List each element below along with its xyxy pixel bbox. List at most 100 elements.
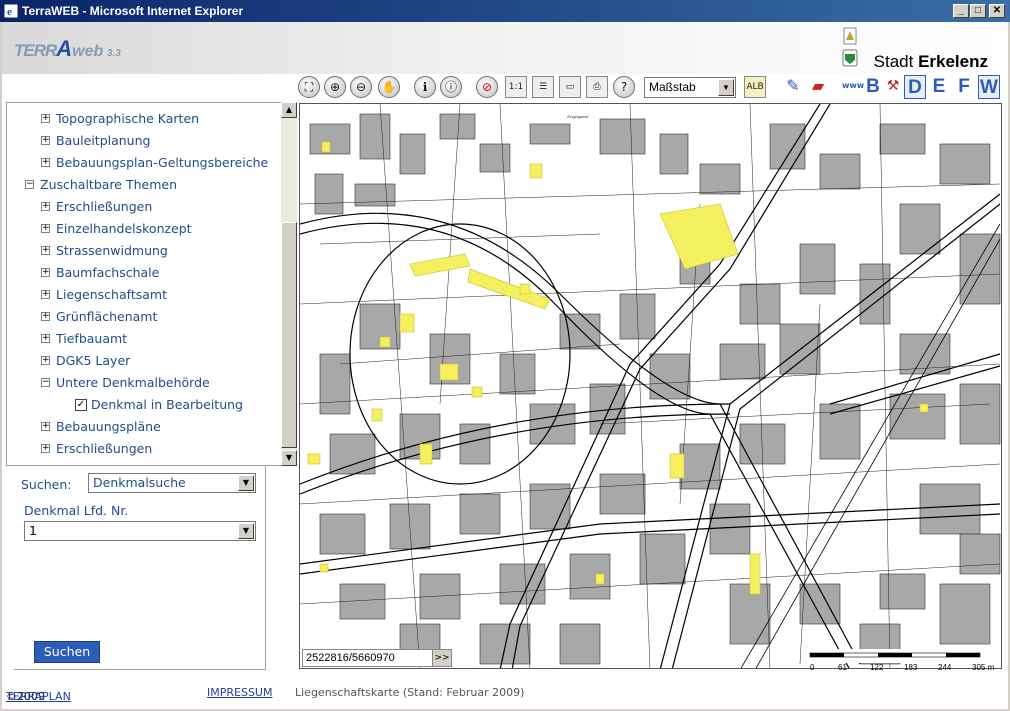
- list-view-icon[interactable]: ☰: [532, 76, 554, 98]
- logo-a-text: A: [56, 36, 73, 61]
- tree-item[interactable]: + Grünflächenamt: [41, 309, 157, 327]
- search-button[interactable]: Suchen: [34, 641, 100, 663]
- expand-icon[interactable]: +: [41, 290, 50, 299]
- scale-bar: 0 61 122 183 244 305 m: [808, 649, 1000, 672]
- w-button[interactable]: W: [978, 75, 1000, 99]
- expand-icon[interactable]: +: [41, 136, 50, 145]
- close-button[interactable]: ✕: [989, 4, 1005, 18]
- tree-item[interactable]: − Untere Denkmalbehörde: [41, 375, 210, 393]
- tree-item[interactable]: + Baumfachschale: [41, 265, 159, 283]
- expand-icon[interactable]: +: [41, 444, 50, 453]
- tree-item[interactable]: + Erschließungen: [41, 441, 152, 459]
- d-button[interactable]: D: [904, 75, 926, 99]
- tree-item[interactable]: + Tiefbauamt: [41, 331, 127, 349]
- e-button[interactable]: E: [928, 75, 950, 99]
- expand-icon[interactable]: +: [41, 334, 50, 343]
- chevron-down-icon[interactable]: ▼: [238, 523, 254, 539]
- internet-explorer-icon: e: [3, 3, 19, 19]
- tree-item[interactable]: + Einzelhandelskonzept: [41, 221, 192, 239]
- clear-selection-icon[interactable]: ⊘: [476, 76, 498, 98]
- chevron-down-icon[interactable]: ▼: [718, 79, 734, 96]
- tree-item[interactable]: − Zuschaltbare Themen: [25, 177, 177, 195]
- zoom-in-icon[interactable]: ⊕: [324, 76, 346, 98]
- tree-item[interactable]: + Strassenwidmung: [41, 243, 168, 261]
- window-icon[interactable]: ▭: [559, 76, 581, 98]
- f-button[interactable]: F: [953, 75, 975, 99]
- terraweb-logo[interactable]: TERRAweb 3.3: [14, 36, 121, 62]
- denkmal-number-value: 1: [29, 523, 37, 538]
- scale-view-icon[interactable]: 1:1: [505, 76, 527, 98]
- tree-item-checkbox[interactable]: ✓ Denkmal in Bearbeitung: [61, 397, 243, 415]
- svg-text:e: e: [7, 6, 12, 18]
- expand-icon[interactable]: +: [41, 202, 50, 211]
- tree-item[interactable]: + Topographische Karten: [41, 111, 199, 129]
- expand-icon[interactable]: +: [41, 114, 50, 123]
- scale-tick: 122: [870, 663, 884, 672]
- collapse-icon[interactable]: −: [25, 180, 34, 189]
- tree-item-label: Liegenschaftsamt: [56, 287, 167, 302]
- tool-icon[interactable]: ⚒: [882, 76, 904, 98]
- maximize-button[interactable]: □: [970, 4, 986, 18]
- tree-item[interactable]: + Bebauungsplan-Geltungsbereiche: [41, 155, 268, 173]
- layer-tree: + Topographische Karten + Bauleitplanung +…: [6, 102, 282, 466]
- tree-item[interactable]: + Erschließungen: [41, 199, 152, 217]
- tree-scrollbar[interactable]: ▲ ▼: [281, 102, 297, 466]
- tree-item-label: Erschließungen: [56, 199, 153, 214]
- scroll-up-icon[interactable]: ▲: [281, 102, 297, 118]
- www-icon[interactable]: www: [842, 76, 864, 98]
- scroll-down-icon[interactable]: ▼: [281, 450, 297, 466]
- expand-icon[interactable]: +: [41, 268, 50, 277]
- scale-tick: 0: [810, 663, 815, 672]
- scrollbar-thumb[interactable]: [281, 222, 297, 448]
- tree-item[interactable]: + DGK5 Layer: [41, 353, 130, 371]
- coordinate-button[interactable]: >>: [432, 649, 452, 667]
- b-button[interactable]: B: [862, 75, 884, 99]
- scale-select-value: Maßstab: [649, 80, 696, 94]
- map-street-label: Zingelgasse: [567, 114, 589, 119]
- app-header: TERRAweb 3.3 Stadt Erkelenz: [2, 22, 1008, 74]
- tree-item-label: Topographische Karten: [56, 111, 200, 126]
- expand-icon[interactable]: +: [41, 246, 50, 255]
- terraplan-link[interactable]: TERRAPLAN: [6, 690, 71, 703]
- scale-tick: 183: [904, 663, 918, 672]
- alb-button[interactable]: ALB: [744, 76, 766, 98]
- tree-item-label: Tiefbauamt: [56, 331, 128, 346]
- checkbox[interactable]: ✓: [75, 399, 87, 411]
- map-view[interactable]: Zingelgasse: [299, 103, 1002, 669]
- chevron-down-icon[interactable]: ▼: [238, 475, 254, 491]
- collapse-icon[interactable]: −: [41, 378, 50, 387]
- tree-item[interactable]: + Liegenschaftsamt: [41, 287, 167, 305]
- expand-icon[interactable]: +: [41, 312, 50, 321]
- help-icon[interactable]: ?: [613, 76, 635, 98]
- impressum-link[interactable]: IMPRESSUM: [207, 686, 272, 699]
- pencil-icon[interactable]: ✎: [782, 76, 804, 98]
- eraser-icon[interactable]: ▰: [807, 76, 829, 98]
- scale-select[interactable]: Maßstab ▼: [644, 77, 736, 98]
- tree-item-label: Strassenwidmung: [56, 243, 168, 258]
- expand-icon[interactable]: +: [41, 224, 50, 233]
- tree-item-label: Erschließungen: [56, 441, 153, 456]
- multi-info-icon[interactable]: ⓘ: [440, 76, 462, 98]
- expand-icon[interactable]: +: [41, 158, 50, 167]
- tree-item[interactable]: + Bauleitplanung: [41, 133, 150, 151]
- city-crest-icon: [842, 27, 858, 67]
- zoom-out-icon[interactable]: ⊖: [350, 76, 372, 98]
- minimize-button[interactable]: _: [953, 4, 969, 18]
- expand-icon[interactable]: +: [41, 356, 50, 365]
- print-icon[interactable]: ⎙: [586, 76, 608, 98]
- cadastral-map[interactable]: Zingelgasse: [300, 104, 1002, 669]
- search-type-select[interactable]: Denkmalsuche ▼: [88, 473, 256, 493]
- info-icon[interactable]: ℹ: [414, 76, 436, 98]
- search-panel: Suchen: Denkmalsuche ▼ Denkmal Lfd. Nr. …: [14, 466, 266, 670]
- denkmal-number-select[interactable]: 1 ▼: [24, 521, 256, 541]
- logo-version: 3.3: [106, 48, 121, 59]
- search-type-value: Denkmalsuche: [93, 475, 186, 490]
- tree-item-label: Bauleitplanung: [56, 133, 151, 148]
- tree-item[interactable]: + Bebauungspläne: [41, 419, 161, 437]
- denkmal-number-label: Denkmal Lfd. Nr.: [24, 503, 129, 518]
- city-name-bold: Erkelenz: [918, 52, 988, 71]
- pan-hand-icon[interactable]: ✋: [378, 76, 400, 98]
- window-title: TerraWEB - Microsoft Internet Explorer: [22, 4, 244, 18]
- expand-icon[interactable]: +: [41, 422, 50, 431]
- full-extent-icon[interactable]: ⛶: [298, 76, 320, 98]
